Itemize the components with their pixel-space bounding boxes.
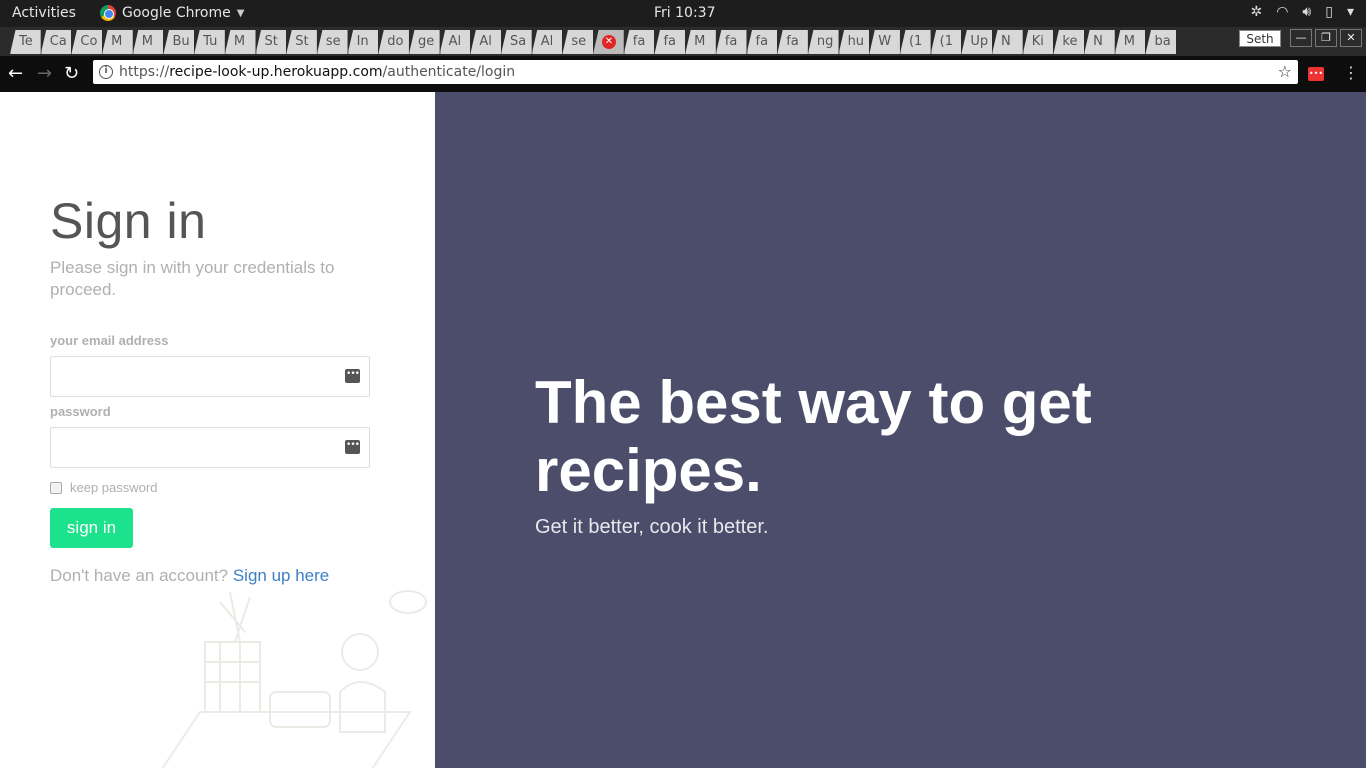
browser-tab[interactable]: (1 xyxy=(899,30,931,54)
address-bar[interactable]: i https://recipe-look-up.herokuapp.com/a… xyxy=(93,60,1298,84)
browser-tab[interactable]: St xyxy=(255,30,287,54)
browser-tab[interactable]: Up xyxy=(961,30,992,54)
page-subtitle: Please sign in with your credentials to … xyxy=(50,258,335,299)
browser-tab[interactable]: N xyxy=(992,30,1023,54)
browser-tab[interactable]: ng xyxy=(807,30,839,54)
browser-tab[interactable]: se xyxy=(562,30,594,54)
profile-button[interactable]: Seth xyxy=(1239,30,1281,47)
email-label: your email address xyxy=(50,333,169,348)
browser-tab[interactable]: fa xyxy=(623,30,655,54)
volume-icon[interactable]: 🔊︎ xyxy=(1302,4,1311,20)
browser-tab[interactable]: fa xyxy=(777,30,808,54)
wifi-icon[interactable]: ◠ xyxy=(1276,4,1288,20)
system-tray[interactable]: ✲ ◠ 🔊︎ ▯ ▾ xyxy=(1250,4,1354,20)
url-path: /authenticate/login xyxy=(382,64,516,80)
chrome-icon xyxy=(100,5,116,21)
forward-arrow-icon[interactable]: → xyxy=(37,63,52,84)
browser-tab[interactable]: In xyxy=(347,30,379,54)
browser-tab[interactable]: do xyxy=(378,30,409,54)
battery-icon[interactable]: ▯ xyxy=(1325,4,1333,20)
browser-tab[interactable]: ge xyxy=(408,30,440,54)
tab-strip: Te Ca Co M M Bu Tu M St St se In do ge Al Al Sa Al se ✕ fa fa… xyxy=(0,27,1366,56)
password-field-wrapper: ••• xyxy=(50,427,370,468)
browser-tab[interactable]: Te xyxy=(10,30,41,54)
browser-tab[interactable]: Bu xyxy=(163,30,195,54)
browser-tab[interactable]: Al xyxy=(531,30,563,54)
password-label: password xyxy=(50,404,111,419)
password-manager-icon[interactable]: ••• xyxy=(345,440,360,454)
browser-tab[interactable]: hu xyxy=(838,30,870,54)
browser-tab[interactable]: Ca xyxy=(40,30,72,54)
browser-tab[interactable]: Tu xyxy=(194,30,225,54)
tabs-container: Te Ca Co M M Bu Tu M St St se In do ge Al Al Sa Al se ✕ fa fa… xyxy=(10,30,1177,54)
browser-tab[interactable]: ✕ xyxy=(593,30,624,54)
clock[interactable]: Fri 10:37 xyxy=(654,5,715,21)
email-field[interactable] xyxy=(51,357,369,396)
hero-panel: The best way to get recipes. Get it bett… xyxy=(435,92,1366,768)
browser-tab[interactable]: fa xyxy=(715,30,747,54)
login-panel: Sign in Please sign in with your credent… xyxy=(0,92,435,768)
error-icon: ✕ xyxy=(601,35,616,49)
info-icon[interactable]: i xyxy=(99,65,113,79)
browser-tab[interactable]: Al xyxy=(470,30,501,54)
browser-toolbar: ← → ↻ i https://recipe-look-up.herokuapp… xyxy=(0,56,1366,92)
keep-password-row[interactable]: keep password xyxy=(50,480,157,495)
url-scheme: https:// xyxy=(119,64,170,80)
cooking-illustration xyxy=(161,590,427,768)
browser-tab[interactable]: Co xyxy=(71,30,103,54)
browser-tab[interactable]: fa xyxy=(746,30,778,54)
app-name: Google Chrome xyxy=(122,5,231,21)
window-controls: — ❐ ✕ xyxy=(1290,29,1362,47)
extension-icon[interactable]: ••• xyxy=(1308,67,1324,81)
browser-tab[interactable]: ke xyxy=(1053,30,1085,54)
browser-tab[interactable]: M xyxy=(224,30,256,54)
activities-button[interactable]: Activities xyxy=(12,5,76,21)
settings-gear-icon[interactable]: ✲ xyxy=(1250,4,1262,20)
browser-tab[interactable]: M xyxy=(102,30,133,54)
browser-tab[interactable]: ba xyxy=(1145,30,1177,54)
browser-tab[interactable]: Al xyxy=(439,30,471,54)
browser-tab[interactable]: M xyxy=(685,30,716,54)
password-manager-icon[interactable]: ••• xyxy=(345,369,360,383)
restore-button[interactable]: ❐ xyxy=(1315,29,1337,47)
browser-tab[interactable]: Sa xyxy=(501,30,532,54)
hero-headline: The best way to get recipes. xyxy=(535,369,1092,504)
system-top-bar: Activities Google Chrome ▼ Fri 10:37 ✲ ◠… xyxy=(0,0,1366,27)
page-title: Sign in xyxy=(50,193,207,249)
keep-password-label: keep password xyxy=(70,480,158,495)
chevron-down-icon[interactable]: ▾ xyxy=(1347,4,1354,20)
email-field-wrapper: ••• xyxy=(50,356,370,397)
chevron-down-icon: ▼ xyxy=(236,7,245,19)
sign-in-button[interactable]: sign in xyxy=(50,508,133,548)
browser-tab[interactable]: M xyxy=(1114,30,1146,54)
bookmark-star-icon[interactable]: ☆ xyxy=(1278,60,1292,84)
password-field[interactable] xyxy=(51,428,369,467)
hero-tagline: Get it better, cook it better. xyxy=(535,516,769,538)
browser-tab[interactable]: M xyxy=(132,30,164,54)
kebab-menu-icon[interactable]: ⋮ xyxy=(1343,63,1359,82)
url-domain: recipe-look-up.herokuapp.com xyxy=(169,64,383,80)
browser-tab[interactable]: fa xyxy=(654,30,686,54)
browser-tab[interactable]: St xyxy=(286,30,317,54)
browser-tab[interactable]: Ki xyxy=(1022,30,1054,54)
browser-tab[interactable]: W xyxy=(869,30,900,54)
back-arrow-icon[interactable]: ← xyxy=(8,63,23,84)
reload-icon[interactable]: ↻ xyxy=(64,63,79,84)
app-menu[interactable]: Google Chrome ▼ xyxy=(100,5,244,21)
browser-tab[interactable]: (1 xyxy=(930,30,962,54)
keep-password-checkbox[interactable] xyxy=(50,481,62,494)
browser-tab[interactable]: N xyxy=(1084,30,1115,54)
browser-tab[interactable]: se xyxy=(316,30,348,54)
close-button[interactable]: ✕ xyxy=(1340,29,1362,47)
minimize-button[interactable]: — xyxy=(1290,29,1312,47)
